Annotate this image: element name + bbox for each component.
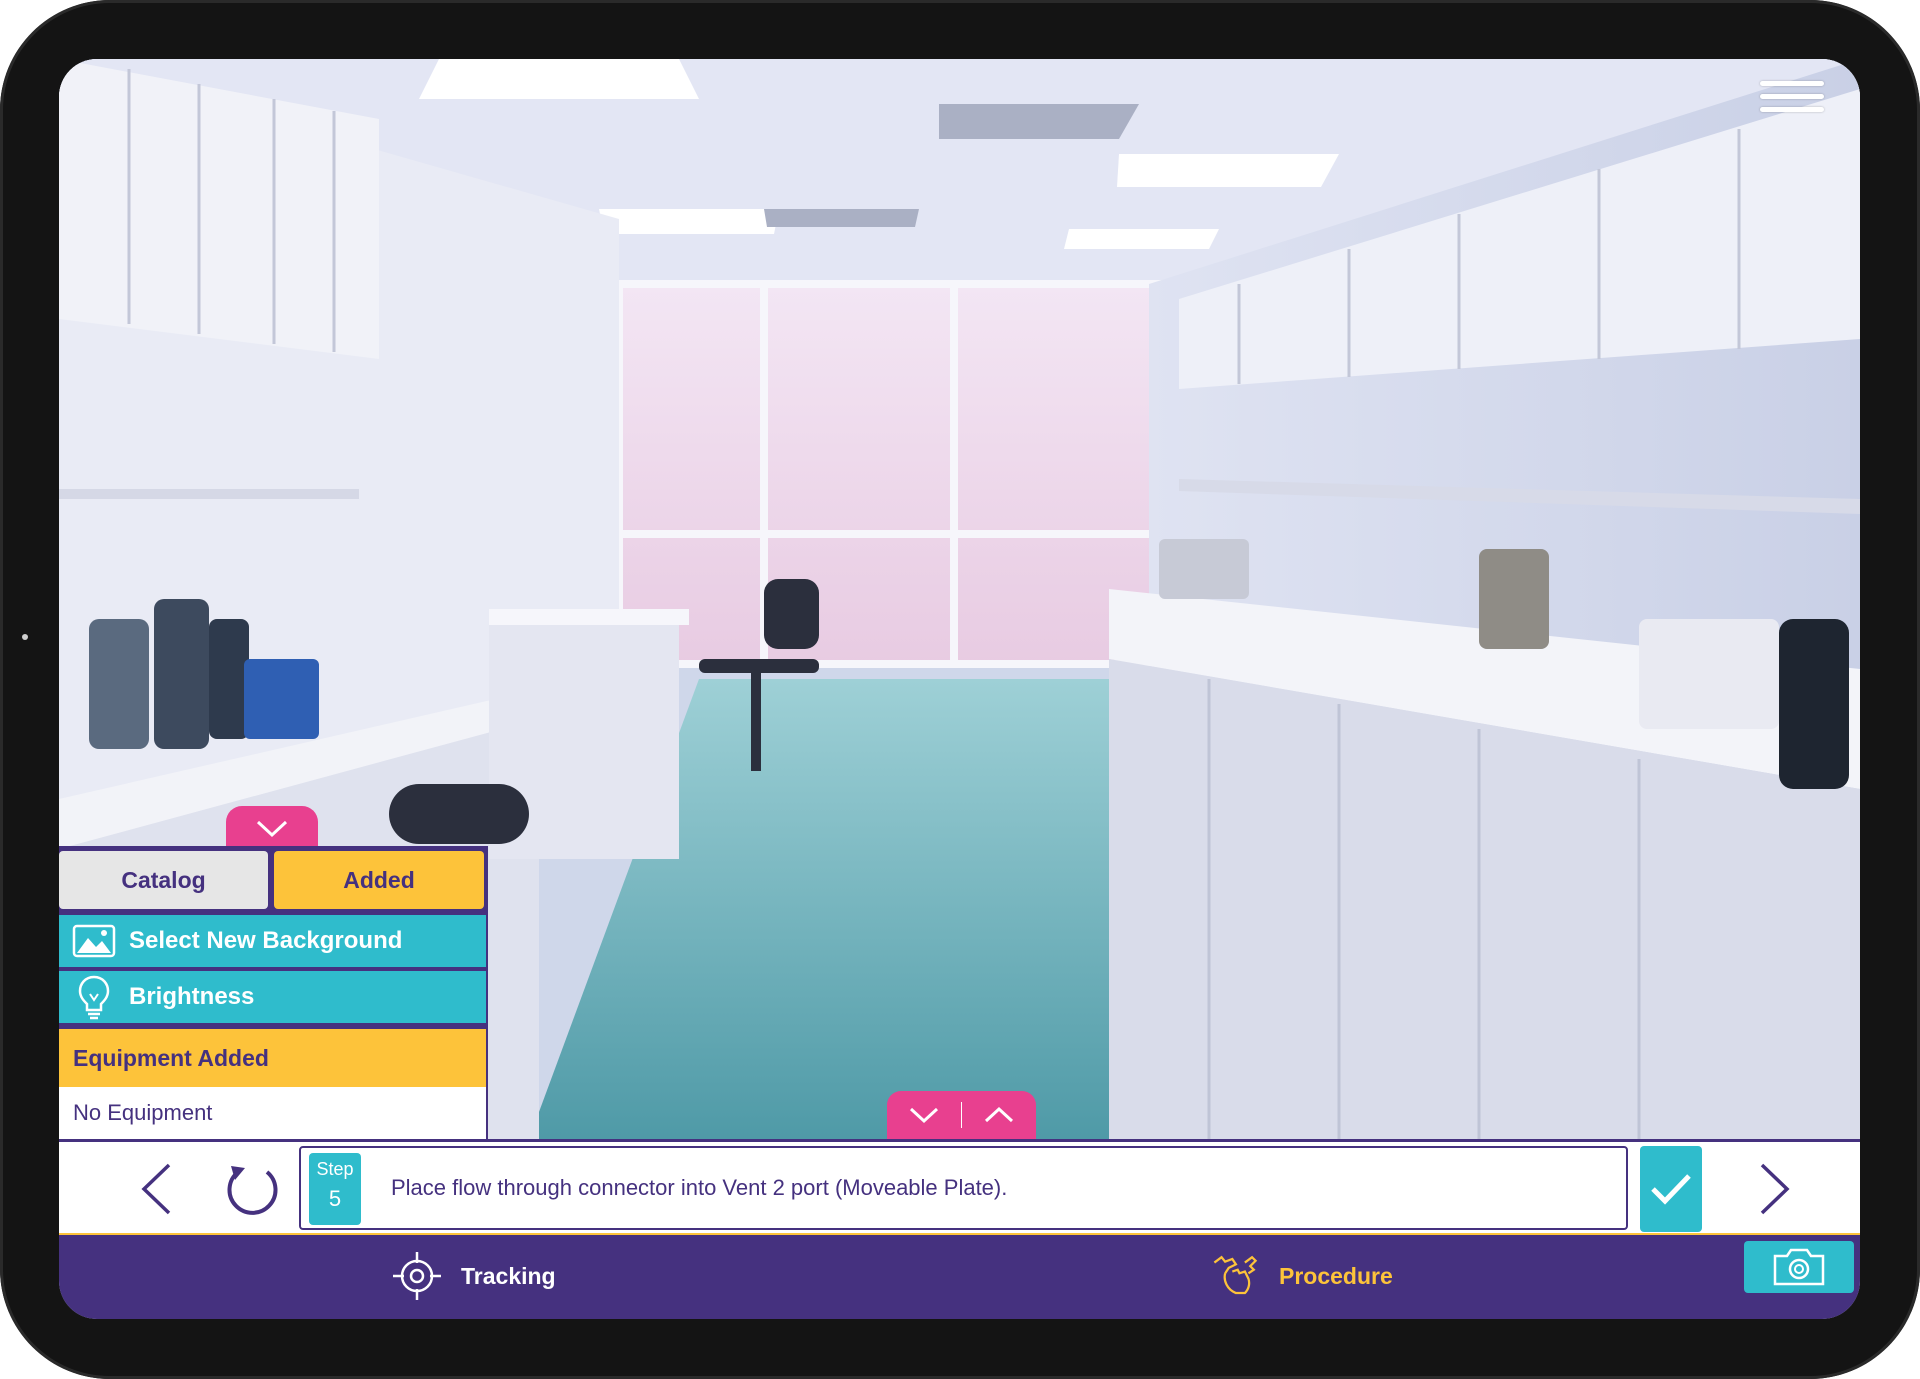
step-bar: Step 5 Place flow through connector into… — [59, 1139, 1860, 1233]
step-label: Step — [316, 1159, 354, 1179]
crosshair-icon — [391, 1250, 443, 1302]
previous-step-button[interactable] — [121, 1154, 191, 1224]
hamburger-icon[interactable] — [1760, 73, 1824, 121]
hand-wrench-icon — [1209, 1250, 1261, 1302]
brightness-label: Brightness — [129, 983, 255, 1010]
procedure-label: Procedure — [1279, 1262, 1393, 1289]
chevron-down-icon — [256, 820, 288, 838]
reset-step-button[interactable] — [217, 1154, 287, 1224]
tracking-button[interactable]: Tracking — [391, 1245, 556, 1307]
next-step-button[interactable] — [1740, 1154, 1810, 1224]
check-icon — [1651, 1174, 1691, 1205]
equipment-empty-text: No Equipment — [59, 1087, 486, 1139]
image-icon — [59, 915, 129, 967]
panel-tabs: Catalog Added — [59, 851, 488, 909]
chevron-down-icon — [909, 1107, 938, 1124]
camera-button[interactable] — [1744, 1241, 1854, 1293]
equipment-added-header: Equipment Added — [59, 1029, 486, 1087]
select-background-button[interactable]: Select New Background — [59, 915, 486, 967]
tab-added[interactable]: Added — [274, 851, 484, 909]
bottom-nav-bar: Tracking Procedure — [59, 1233, 1860, 1319]
chevron-up-icon — [985, 1106, 1014, 1123]
camera-icon — [1773, 1248, 1825, 1286]
step-instruction-box: Step 5 Place flow through connector into… — [299, 1146, 1628, 1230]
expand-up-button[interactable] — [962, 1091, 1036, 1139]
lightbulb-icon — [59, 971, 129, 1023]
step-instruction-text: Place flow through connector into Vent 2… — [391, 1175, 1008, 1200]
front-camera-dot — [22, 634, 28, 640]
confirm-step-button[interactable] — [1640, 1146, 1702, 1232]
app-screen: Catalog Added Select New Background Brig… — [59, 59, 1860, 1319]
chevron-left-icon — [141, 1163, 171, 1215]
refresh-icon — [227, 1166, 278, 1215]
tablet-frame: Catalog Added Select New Background Brig… — [0, 0, 1920, 1379]
center-toggle — [887, 1091, 1036, 1139]
equipment-panel: Catalog Added Select New Background Brig… — [59, 846, 488, 1139]
step-number: 5 — [328, 1186, 342, 1211]
tab-catalog[interactable]: Catalog — [59, 851, 268, 909]
chevron-right-icon — [1760, 1163, 1790, 1215]
tracking-label: Tracking — [461, 1262, 556, 1289]
select-background-label: Select New Background — [129, 927, 403, 954]
step-badge: Step 5 — [309, 1153, 361, 1225]
brightness-button[interactable]: Brightness — [59, 971, 486, 1023]
collapse-down-button[interactable] — [887, 1091, 961, 1139]
procedure-button[interactable]: Procedure — [1209, 1245, 1393, 1307]
